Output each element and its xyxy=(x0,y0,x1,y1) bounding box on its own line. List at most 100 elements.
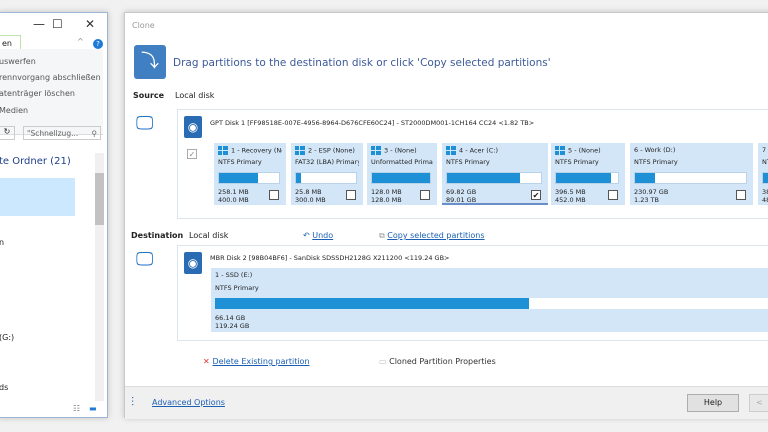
partition-fs: NTFS Primary xyxy=(215,284,259,292)
used-size: 128.0 MB xyxy=(371,188,402,196)
windows-icon xyxy=(555,146,565,155)
partition-name: 3 - (None) xyxy=(384,146,417,155)
list-item[interactable]: ds xyxy=(0,383,8,392)
partition-checkbox[interactable] xyxy=(269,190,279,200)
partition-name: 4 - Acer (C:) xyxy=(459,146,499,155)
details-view-icon[interactable]: ☷ xyxy=(73,404,80,413)
source-partition-tile[interactable]: 5 - (None) NTFS Primary 396.5 MB 452.0 MB xyxy=(551,143,625,205)
ribbon-tab[interactable]: en xyxy=(0,35,21,50)
instruction-text: Drag partitions to the destination disk … xyxy=(173,57,551,69)
back-button[interactable]: < xyxy=(749,394,768,412)
properties-icon: ▭ xyxy=(379,357,390,366)
refresh-icon[interactable]: ↻ xyxy=(0,126,15,140)
partition-name: 6 - Work (D:) xyxy=(634,146,676,154)
collapse-ribbon-icon[interactable]: ^ xyxy=(77,37,84,46)
partition-checkbox[interactable]: ✔ xyxy=(531,190,541,200)
source-partition-tile[interactable]: 4 - Acer (C:) NTFS Primary 69.82 GB 89.01… xyxy=(442,143,548,205)
computer-icon: 🖵 xyxy=(136,113,154,134)
usage-bar xyxy=(634,172,747,184)
source-partition-tile[interactable]: 3 - (None) Unformatted Primary 128.0 MB 1… xyxy=(367,143,437,205)
partition-checkbox[interactable] xyxy=(736,190,746,200)
partition-name: 1 - SSD (E:) xyxy=(215,271,253,279)
undo-icon: ↶ xyxy=(303,231,313,240)
computer-icon: 🖵 xyxy=(136,249,154,270)
selected-item[interactable] xyxy=(0,178,75,216)
partition-checkbox[interactable] xyxy=(346,190,356,200)
help-icon[interactable]: ? xyxy=(93,39,103,49)
total-size: 1.23 TB xyxy=(634,196,659,204)
undo-button[interactable]: ↶ Undo xyxy=(303,231,333,240)
scrollbar[interactable] xyxy=(95,153,104,401)
search-icon: ⚲ xyxy=(91,129,98,138)
ribbon-item[interactable]: rennvorgang abschließen xyxy=(0,73,101,82)
tiles-view-icon[interactable]: ▬ xyxy=(89,404,97,413)
sliders-icon: ⫶ xyxy=(131,395,135,409)
dialog-title: Clone xyxy=(132,21,155,30)
ribbon-item[interactable]: uswerfen xyxy=(0,57,36,66)
cloned-partition-properties[interactable]: ▭ Cloned Partition Properties xyxy=(379,357,496,366)
windows-icon xyxy=(446,146,456,155)
destination-partition[interactable]: 1 - SSD (E:) NTFS Primary 66.14 GB 119.24… xyxy=(211,268,768,332)
total-size: 300.0 MB xyxy=(295,196,326,204)
windows-icon xyxy=(295,146,305,155)
usage-bar xyxy=(215,298,768,309)
maximize-button[interactable]: ☐ xyxy=(52,17,63,31)
destination-type: Local disk xyxy=(189,231,229,240)
destination-disk-panel: ◉ MBR Disk 2 [98B04BF6] - SanDisk SDSSDH… xyxy=(177,245,768,341)
usage-bar xyxy=(762,172,768,184)
list-item[interactable]: n xyxy=(0,238,4,247)
usage-bar xyxy=(555,172,619,184)
copy-partitions-button[interactable]: ⧉ Copy selected partitions xyxy=(379,231,485,241)
source-partition-tile[interactable]: 7 NT 3848 xyxy=(758,143,768,205)
partition-name: 5 - (None) xyxy=(568,146,601,155)
used-size: 396.5 MB xyxy=(555,188,586,196)
used-size: 230.97 GB xyxy=(634,188,669,196)
minimize-button[interactable]: — xyxy=(33,17,45,31)
footer: ⫶ Advanced Options Help < xyxy=(125,386,768,419)
source-label: Source xyxy=(133,91,165,100)
used-size: 258.1 MB xyxy=(218,188,249,196)
help-button[interactable]: Help xyxy=(687,394,739,412)
partition-checkbox[interactable] xyxy=(420,190,430,200)
used-size: 69.82 GB xyxy=(446,188,477,196)
ribbon-item[interactable]: atenträger löschen xyxy=(0,89,75,98)
clone-dialog: Clone ⤵ Drag partitions to the destinati… xyxy=(124,12,768,419)
total-size: 48 xyxy=(762,196,768,204)
search-input[interactable]: "Schnellzug... ⚲ xyxy=(23,126,101,140)
usage-bar xyxy=(218,172,280,184)
partition-fs: Unformatted Primary xyxy=(371,158,433,166)
total-size: 128.0 MB xyxy=(371,196,402,204)
destination-disk-title: MBR Disk 2 [98B04BF6] - SanDisk SDSSDH21… xyxy=(210,254,450,262)
destination-label: Destination xyxy=(131,231,184,240)
total-size: 119.24 GB xyxy=(215,322,250,330)
windows-icon xyxy=(371,146,381,155)
usage-bar xyxy=(295,172,357,184)
source-partition-tile[interactable]: 1 - Recovery (No NTFS Primary 258.1 MB 40… xyxy=(214,143,286,205)
partition-fs: NT xyxy=(762,158,768,166)
advanced-options-link[interactable]: Advanced Options xyxy=(152,398,225,407)
ribbon: uswerfen rennvorgang abschließen atenträ… xyxy=(0,49,103,135)
usage-bar xyxy=(371,172,431,184)
usage-bar xyxy=(446,172,542,184)
partition-name: 7 xyxy=(762,146,767,154)
partition-fs: FAT32 (LBA) Primary xyxy=(295,158,359,166)
partition-fs: NTFS Primary xyxy=(634,158,678,166)
delete-partition-button[interactable]: ✕ Delete Existing partition xyxy=(203,357,310,366)
partition-checkbox[interactable] xyxy=(608,190,618,200)
partition-fs: NTFS Primary xyxy=(446,158,490,166)
partition-name: 2 - ESP (None) xyxy=(308,146,355,155)
close-button[interactable]: ✕ xyxy=(85,17,95,31)
delete-icon: ✕ xyxy=(203,357,213,366)
file-explorer-window: — ☐ ✕ en ^ ? uswerfen rennvorgang abschl… xyxy=(0,12,108,418)
used-size: 66.14 GB xyxy=(215,314,246,322)
disk-icon: ◉ xyxy=(184,252,202,274)
disk-icon: ◉ xyxy=(184,116,202,138)
source-partition-tile[interactable]: 2 - ESP (None) FAT32 (LBA) Primary 25.8 … xyxy=(291,143,363,205)
source-type: Local disk xyxy=(175,91,215,100)
source-partition-tile[interactable]: 6 - Work (D:) NTFS Primary 230.97 GB 1.23… xyxy=(630,143,753,205)
list-item[interactable]: (G:) xyxy=(0,333,14,342)
partition-fs: NTFS Primary xyxy=(555,158,599,166)
total-size: 89.01 GB xyxy=(446,196,477,204)
total-size: 400.0 MB xyxy=(218,196,249,204)
ribbon-item[interactable]: Medien xyxy=(0,106,28,115)
